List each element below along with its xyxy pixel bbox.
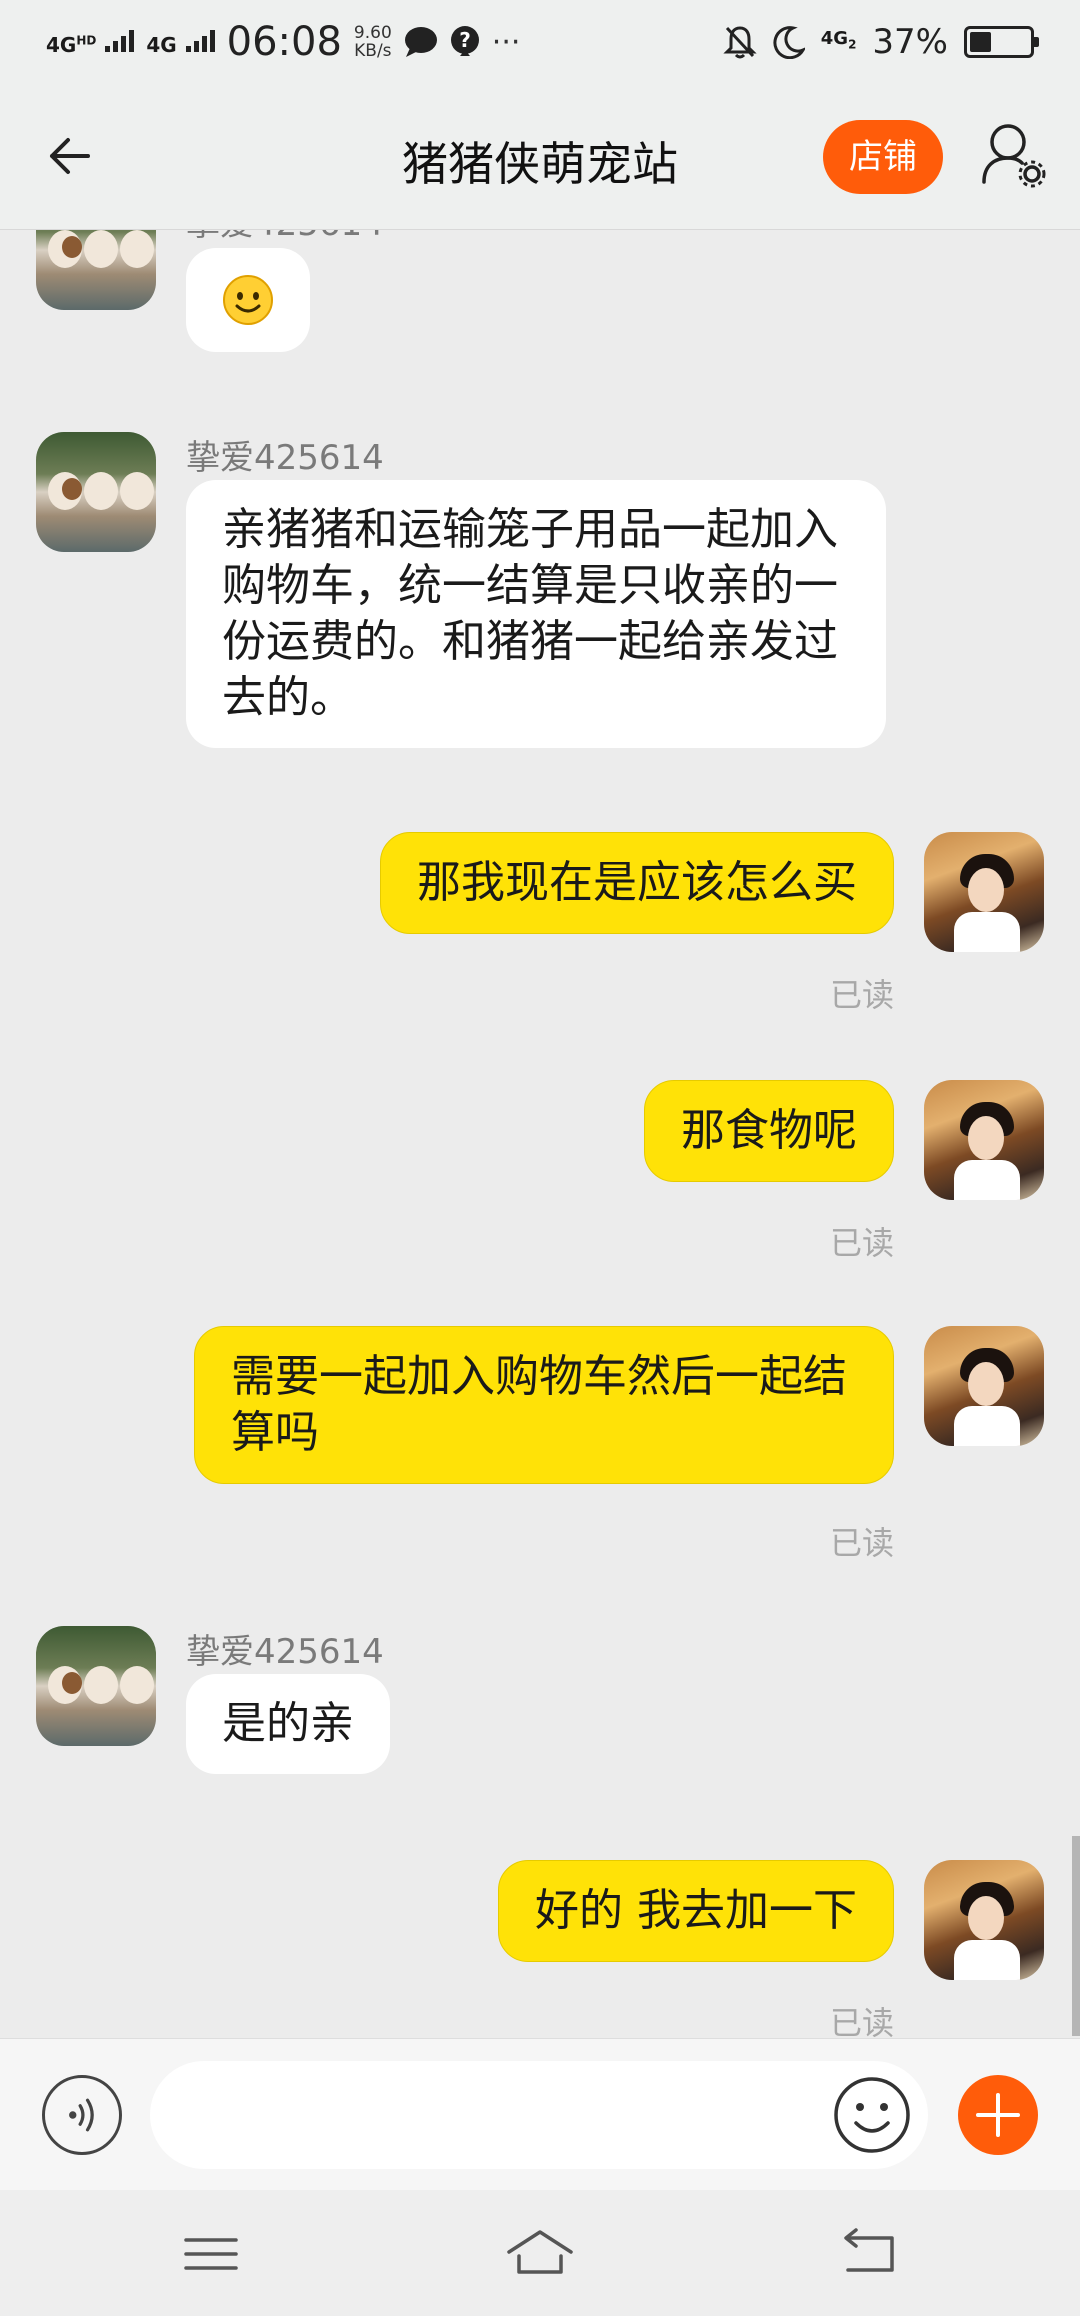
input-bar xyxy=(0,2038,1080,2190)
network-1-hd: HD xyxy=(76,32,97,47)
network-2-label: 4G xyxy=(146,32,177,57)
message-bubble-incoming[interactable]: 亲猪猪和运输笼子用品一起加入购物车，统一结算是只收亲的一份运费的。和猪猪一起给亲… xyxy=(186,480,886,748)
signal-bars-1-icon xyxy=(105,29,135,52)
my-avatar[interactable] xyxy=(924,1080,1044,1200)
battery-icon xyxy=(964,26,1039,58)
smiley-emoji-icon xyxy=(223,275,273,325)
plus-icon[interactable] xyxy=(958,2075,1038,2155)
status-right: 4G2 37% xyxy=(723,16,1039,68)
net-speed-unit: KB/s xyxy=(354,41,392,61)
sender-name: 挚爱425614 xyxy=(186,1632,384,1672)
bell-off-icon xyxy=(723,26,757,59)
net-speed-value: 9.60 xyxy=(353,23,392,43)
contact-avatar[interactable] xyxy=(36,432,156,552)
clock: 06:08 xyxy=(226,19,342,65)
sim-indicator: 4G2 xyxy=(821,29,857,55)
network-indicator-2: 4G xyxy=(146,29,215,57)
contact-avatar[interactable] xyxy=(36,230,156,310)
read-status: 已读 xyxy=(829,1224,894,1262)
chat-bubble-icon xyxy=(404,27,437,57)
message-bubble-outgoing[interactable]: 那食物呢 xyxy=(644,1080,894,1182)
battery-fill xyxy=(970,32,991,52)
svg-text:?: ? xyxy=(459,28,471,52)
my-avatar[interactable] xyxy=(924,1326,1044,1446)
moon-icon xyxy=(773,26,805,59)
home-icon[interactable] xyxy=(505,2220,575,2286)
chat-area[interactable]: 挚爱425614 挚爱425614 亲猪猪和运输笼子用品一起加入购物车，统一结算… xyxy=(0,230,1080,2038)
help-icon: ? xyxy=(450,26,479,56)
voice-icon[interactable] xyxy=(42,2075,122,2155)
sim-label: 4G xyxy=(820,28,849,50)
message-bubble-outgoing[interactable]: 需要一起加入购物车然后一起结算吗 xyxy=(194,1326,894,1484)
return-icon[interactable] xyxy=(834,2220,904,2286)
smiley-icon[interactable] xyxy=(832,2075,912,2155)
menu-icon[interactable] xyxy=(176,2220,246,2286)
shop-button[interactable]: 店铺 xyxy=(823,120,943,194)
scrollbar[interactable] xyxy=(1072,1836,1080,2036)
user-gear-icon[interactable] xyxy=(978,120,1048,190)
sender-name: 挚爱425614 xyxy=(186,438,384,478)
status-left: 4GHD 4G 06:08 9.60 KB/s ? ··· xyxy=(46,16,520,68)
network-1-label: 4G xyxy=(46,32,77,57)
sim-sub: 2 xyxy=(848,37,857,52)
my-avatar[interactable] xyxy=(924,832,1044,952)
status-bar: 4GHD 4G 06:08 9.60 KB/s ? ··· 4G2 37% xyxy=(0,0,1080,84)
net-speed: 9.60 KB/s xyxy=(354,24,392,60)
read-status: 已读 xyxy=(829,1524,894,1562)
read-status: 已读 xyxy=(829,2004,894,2038)
message-bubble-outgoing[interactable]: 好的 我去加一下 xyxy=(498,1860,894,1962)
message-bubble-outgoing[interactable]: 那我现在是应该怎么买 xyxy=(380,832,894,934)
more-notifications: ··· xyxy=(491,24,521,60)
network-indicator-1: 4GHD xyxy=(46,29,135,57)
system-nav-bar xyxy=(0,2190,1080,2316)
message-bubble-incoming[interactable]: 是的亲 xyxy=(186,1674,390,1774)
read-status: 已读 xyxy=(829,976,894,1014)
contact-avatar[interactable] xyxy=(36,1626,156,1746)
sender-name: 挚爱425614 xyxy=(186,230,384,245)
battery-percent: 37% xyxy=(872,22,948,62)
message-bubble-incoming[interactable] xyxy=(186,248,310,352)
signal-bars-2-icon xyxy=(185,29,215,52)
my-avatar[interactable] xyxy=(924,1860,1044,1980)
chat-header: 猪猪侠萌宠站 店铺 xyxy=(0,84,1080,230)
message-input[interactable] xyxy=(150,2061,928,2169)
